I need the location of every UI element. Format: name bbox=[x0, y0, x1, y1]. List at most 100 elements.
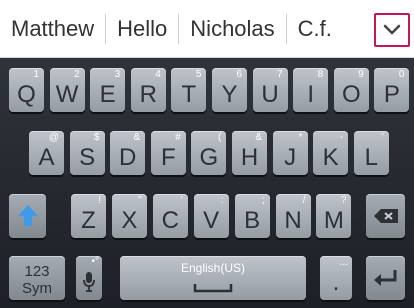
key-j[interactable]: * J bbox=[272, 131, 308, 175]
key-g[interactable]: (G bbox=[191, 131, 227, 175]
space-key[interactable]: English(US) bbox=[120, 256, 306, 300]
key-secondary-label: / bbox=[302, 195, 306, 206]
key-secondary-label: 9 bbox=[358, 69, 364, 80]
key-u[interactable]: 7U bbox=[252, 68, 288, 112]
key-k[interactable]: -K bbox=[313, 131, 349, 175]
key-z[interactable]: ! Z bbox=[71, 194, 106, 238]
key-m[interactable]: ? M bbox=[316, 194, 352, 238]
key-label: B bbox=[244, 207, 261, 234]
suggestion-item[interactable]: C.f. bbox=[287, 0, 343, 58]
collapse-suggestions-button[interactable] bbox=[374, 13, 410, 47]
key-f[interactable]: # F bbox=[150, 131, 186, 175]
key-label: E bbox=[99, 81, 116, 108]
key-secondary-label: & bbox=[133, 132, 141, 143]
key-secondary-label: 2 bbox=[74, 69, 80, 80]
key-q[interactable]: 1Q bbox=[9, 68, 44, 112]
key-label: Z bbox=[81, 207, 96, 234]
key-label: A bbox=[38, 144, 55, 171]
backspace-key[interactable] bbox=[366, 194, 405, 238]
key-secondary-label: ' bbox=[381, 132, 384, 143]
microphone-icon bbox=[83, 272, 95, 292]
enter-key[interactable] bbox=[366, 256, 405, 300]
key-l[interactable]: ' L bbox=[353, 131, 389, 175]
space-language-label: English(US) bbox=[180, 261, 246, 275]
chevron-down-icon bbox=[383, 24, 401, 35]
key-t[interactable]: 5T bbox=[171, 68, 207, 112]
key-secondary-label: ' bbox=[180, 195, 183, 206]
key-secondary-label: 4 bbox=[155, 69, 161, 80]
key-label: V bbox=[203, 207, 220, 234]
keyboard: 1 Q 2 W 3 E 4 R 5 T 6 Y 7 U 8 I 9 O 0 P @ A $ S & D # F(G & H * J - K ' L! Z… bbox=[0, 58, 414, 308]
key-secondary-label: 5 bbox=[195, 69, 202, 80]
key-label: L bbox=[364, 144, 378, 171]
key-w[interactable]: 2W bbox=[49, 68, 85, 112]
key-secondary-label: * bbox=[298, 132, 303, 143]
key-label: J bbox=[284, 144, 297, 171]
symbols-key[interactable]: 123 Sym bbox=[9, 256, 65, 300]
key-label: D bbox=[119, 144, 137, 171]
key-secondary-label: 8 bbox=[317, 69, 324, 80]
key-secondary-label: 3 bbox=[114, 69, 121, 80]
key-label: S bbox=[79, 144, 96, 171]
key-secondary-label: ( bbox=[218, 132, 222, 143]
key-secondary-label: # bbox=[175, 132, 181, 143]
key-v[interactable]: :V bbox=[193, 194, 229, 238]
key-secondary-label: : bbox=[220, 195, 224, 206]
key-label: I bbox=[307, 81, 315, 108]
key-s[interactable]: $ S bbox=[69, 131, 105, 175]
key-secondary-label: 1 bbox=[33, 69, 39, 80]
key-label: U bbox=[261, 81, 279, 108]
period-key[interactable]: ... . bbox=[320, 256, 352, 300]
key-p[interactable]: 0P bbox=[374, 68, 410, 112]
symbols-key-label: 123 Sym bbox=[22, 263, 52, 297]
key-label: Q bbox=[17, 81, 36, 108]
suggestion-bar: Matthew Hello Nicholas C.f. bbox=[0, 0, 414, 58]
suggestion-item[interactable]: Matthew bbox=[0, 0, 105, 58]
key-i[interactable]: 8I bbox=[293, 68, 329, 112]
key-r[interactable]: 4R bbox=[130, 68, 166, 112]
key-label: P bbox=[383, 81, 400, 108]
key-y[interactable]: 6Y bbox=[212, 68, 247, 112]
key-label: K bbox=[322, 144, 339, 171]
key-h[interactable]: & H bbox=[232, 131, 267, 175]
key-label: O bbox=[341, 81, 361, 108]
key-label: C bbox=[161, 207, 179, 234]
key-secondary-label: ! bbox=[98, 195, 101, 206]
key-b[interactable]: ; B bbox=[234, 194, 270, 238]
suggestion-item[interactable]: Nicholas bbox=[179, 0, 285, 58]
key-secondary-label: 6 bbox=[236, 69, 242, 80]
key-secondary-label: " bbox=[138, 195, 142, 206]
key-label: H bbox=[240, 144, 259, 171]
period-key-sub: ... bbox=[339, 257, 348, 268]
key-c[interactable]: ' C bbox=[152, 194, 188, 238]
key-secondary-label: $ bbox=[94, 132, 100, 143]
key-label: N bbox=[284, 207, 302, 234]
key-o[interactable]: 9O bbox=[333, 68, 369, 112]
key-a[interactable]: @ A bbox=[29, 131, 64, 175]
suggestion-item[interactable]: Hello bbox=[106, 0, 178, 58]
key-secondary-label: ? bbox=[340, 195, 347, 206]
key-label: F bbox=[160, 144, 176, 171]
shift-arrow-icon bbox=[18, 205, 38, 226]
key-label: X bbox=[121, 207, 138, 234]
backspace-icon bbox=[374, 209, 398, 223]
key-secondary-label: & bbox=[255, 132, 262, 143]
settings-dots: •° bbox=[91, 256, 100, 267]
key-secondary-label: - bbox=[339, 132, 344, 143]
shift-key[interactable] bbox=[9, 194, 46, 238]
key-label: G bbox=[199, 144, 219, 171]
period-key-label: . bbox=[332, 269, 340, 296]
key-secondary-label: ; bbox=[261, 195, 265, 206]
key-n[interactable]: / N bbox=[275, 194, 311, 238]
enter-icon bbox=[374, 270, 397, 286]
key-d[interactable]: & D bbox=[110, 131, 146, 175]
key-secondary-label: @ bbox=[48, 132, 59, 143]
key-label: R bbox=[139, 81, 157, 108]
key-secondary-label: 7 bbox=[277, 69, 283, 80]
key-label: T bbox=[181, 81, 197, 108]
space-bar-icon bbox=[193, 284, 233, 293]
voice-input-key[interactable]: •° bbox=[76, 256, 102, 300]
key-e[interactable]: 3E bbox=[90, 68, 126, 112]
key-label: Y bbox=[221, 81, 238, 108]
key-x[interactable]: " X bbox=[111, 194, 147, 238]
